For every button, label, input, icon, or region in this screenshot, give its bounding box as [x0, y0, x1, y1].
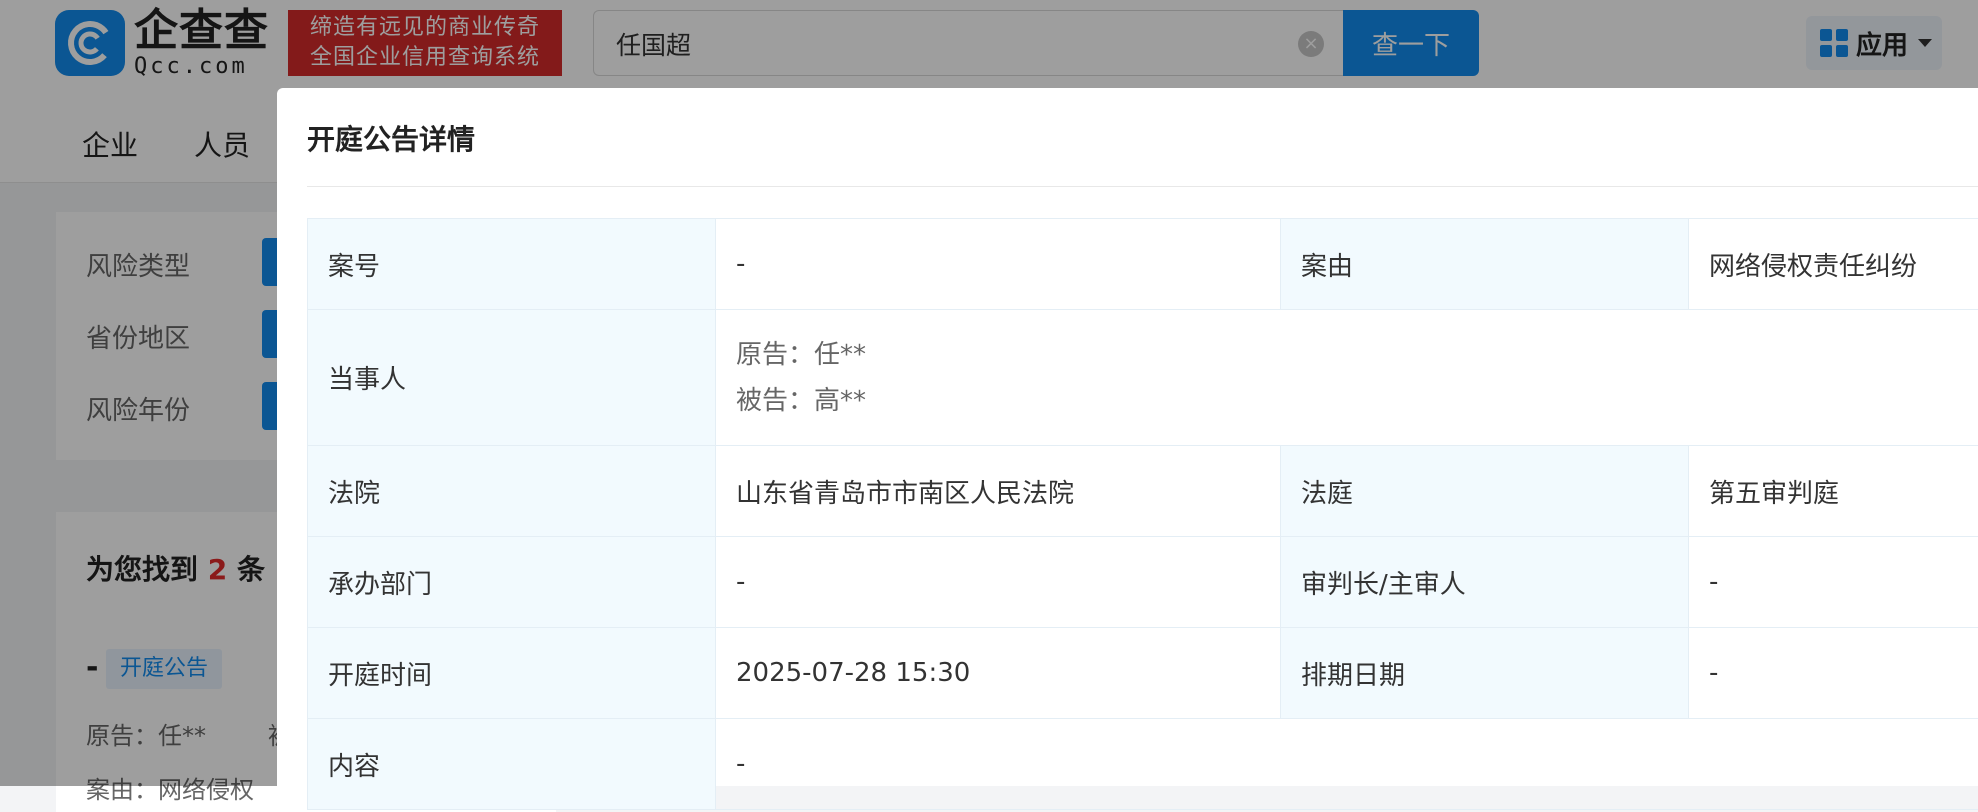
table-row: 当事人 原告：任** 被告：高** [308, 310, 1978, 446]
case-no-value: - [716, 219, 1281, 310]
hearing-time-value: 2025-07-28 15:30 [716, 628, 1281, 719]
plaintiff: 原告：任** [736, 332, 1978, 378]
dept-label: 承办部门 [308, 537, 716, 628]
hearing-time-label: 开庭时间 [308, 628, 716, 719]
defendant: 被告：高** [736, 378, 1978, 424]
content-label: 内容 [308, 719, 716, 810]
detail-table: 案号 - 案由 网络侵权责任纠纷 当事人 原告：任** 被告：高** 法院 山东… [307, 218, 1978, 810]
cause-label: 案由 [1281, 219, 1689, 310]
parties-value: 原告：任** 被告：高** [716, 310, 1978, 446]
courtroom-value: 第五审判庭 [1689, 446, 1978, 537]
parties-label: 当事人 [308, 310, 716, 446]
case-no-label: 案号 [308, 219, 716, 310]
dept-value: - [716, 537, 1281, 628]
court-label: 法院 [308, 446, 716, 537]
content-value: - [716, 719, 1978, 810]
cause-value: 网络侵权责任纠纷 [1689, 219, 1978, 310]
judge-value: - [1689, 537, 1978, 628]
table-row: 开庭时间 2025-07-28 15:30 排期日期 - [308, 628, 1978, 719]
modal-divider [307, 186, 1978, 187]
schedule-value: - [1689, 628, 1978, 719]
modal-title: 开庭公告详情 [307, 118, 475, 158]
table-row: 承办部门 - 审判长/主审人 - [308, 537, 1978, 628]
table-row: 案号 - 案由 网络侵权责任纠纷 [308, 219, 1978, 310]
hearing-notice-modal: 开庭公告详情 案号 - 案由 网络侵权责任纠纷 当事人 原告：任** 被告：高*… [277, 88, 1978, 786]
table-row: 内容 - [308, 719, 1978, 810]
courtroom-label: 法庭 [1281, 446, 1689, 537]
court-value: 山东省青岛市市南区人民法院 [716, 446, 1281, 537]
judge-label: 审判长/主审人 [1281, 537, 1689, 628]
table-row: 法院 山东省青岛市市南区人民法院 法庭 第五审判庭 [308, 446, 1978, 537]
schedule-label: 排期日期 [1281, 628, 1689, 719]
